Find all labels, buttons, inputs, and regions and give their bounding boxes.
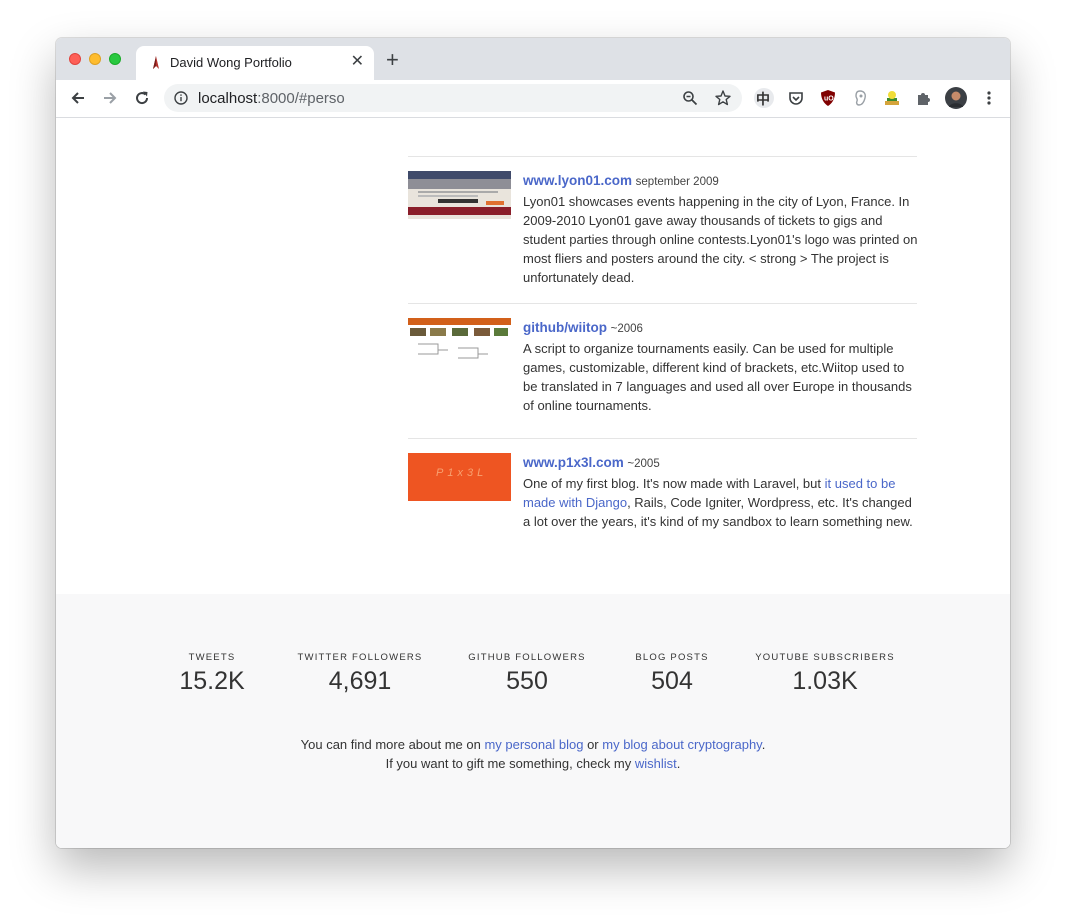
url-host: localhost <box>198 90 258 107</box>
close-tab-icon[interactable]: ✕ <box>351 53 364 71</box>
stat-label: GITHUB FOLLOWERS <box>468 652 586 663</box>
new-tab-button[interactable]: + <box>386 49 399 71</box>
minimize-window-button[interactable] <box>89 53 101 65</box>
close-window-button[interactable] <box>69 53 81 65</box>
browser-toolbar: localhost:8000/#perso 中 uO <box>56 80 1010 118</box>
info-icon[interactable] <box>174 91 188 105</box>
ublock-shield-icon[interactable]: uO <box>819 89 837 107</box>
back-icon[interactable] <box>68 88 88 108</box>
project-text: A script to organize tournaments easily.… <box>523 341 912 413</box>
crypto-blog-link[interactable]: my blog about cryptography <box>602 737 761 752</box>
project-text: Lyon01 showcases events happening in the… <box>523 194 918 285</box>
menu-kebab-icon[interactable] <box>980 89 998 107</box>
tab-title: David Wong Portfolio <box>170 55 292 70</box>
footer-text: or <box>583 737 603 752</box>
footer-text: . <box>761 737 766 752</box>
project-description: www.lyon01.com september 2009 Lyon01 sho… <box>523 171 919 287</box>
stat-label: TWEETS <box>188 652 236 663</box>
bookmark-star-icon[interactable] <box>714 89 732 107</box>
footer-text: If you want to gift me something, check … <box>385 756 635 771</box>
stat-youtube-subscribers: YOUTUBE SUBSCRIBERS 1.03K <box>748 652 902 696</box>
divider <box>408 303 917 304</box>
pocket-icon[interactable] <box>787 89 805 107</box>
url-path: :8000/#perso <box>257 90 345 107</box>
browser-tab[interactable]: David Wong Portfolio ✕ <box>136 46 374 80</box>
footer-text: You can find more about me on <box>300 737 485 752</box>
browser-window: David Wong Portfolio ✕ + localhost:8000/… <box>56 38 1010 848</box>
maximize-window-button[interactable] <box>109 53 121 65</box>
forward-icon[interactable] <box>100 88 120 108</box>
stat-tweets: TWEETS 15.2K <box>168 652 256 696</box>
stat-value: 4,691 <box>328 667 392 695</box>
project-title-link[interactable]: github/wiitop <box>523 320 607 335</box>
project-description: github/wiitop ~2006 A script to organize… <box>523 318 919 415</box>
project-thumbnail-lyon01[interactable] <box>408 171 511 219</box>
privacy-badger-icon[interactable] <box>851 89 869 107</box>
project-title-link[interactable]: www.lyon01.com <box>523 173 632 188</box>
project-text: One of my first blog. It's now made with… <box>523 476 825 491</box>
project-date: ~2006 <box>610 323 643 335</box>
tab-strip: David Wong Portfolio ✕ + <box>56 38 1010 80</box>
stat-twitter-followers: TWITTER FOLLOWERS 4,691 <box>290 652 430 696</box>
extension-plant-icon[interactable] <box>883 89 901 107</box>
extension-chinese-icon[interactable]: 中 <box>754 88 774 108</box>
divider <box>408 156 917 157</box>
svg-text:uO: uO <box>824 96 834 103</box>
extension-chinese-glyph: 中 <box>756 91 770 107</box>
stat-github-followers: GITHUB FOLLOWERS 550 <box>461 652 593 696</box>
page-content: www.lyon01.com september 2009 Lyon01 sho… <box>56 118 1010 848</box>
stat-label: TWITTER FOLLOWERS <box>297 652 423 663</box>
favicon-icon <box>153 56 159 69</box>
footer-about-line: You can find more about me on my persona… <box>56 737 1010 752</box>
stat-value: 15.2K <box>179 667 245 695</box>
footer-section: TWEETS 15.2K TWITTER FOLLOWERS 4,691 GIT… <box>56 594 1010 848</box>
stat-blog-posts: BLOG POSTS 504 <box>622 652 722 696</box>
zoom-icon[interactable] <box>682 90 698 106</box>
wishlist-link[interactable]: wishlist <box>635 756 677 771</box>
stat-label: BLOG POSTS <box>635 652 709 663</box>
project-thumbnail-p1x3l[interactable]: P1x3L <box>408 453 511 501</box>
thumbnail-logo-text: P1x3L <box>436 467 488 479</box>
project-description: www.p1x3l.com ~2005 One of my first blog… <box>523 453 919 531</box>
personal-blog-link[interactable]: my personal blog <box>484 737 583 752</box>
project-thumbnail-wiitop[interactable] <box>408 318 511 366</box>
divider <box>408 438 917 439</box>
stat-value: 550 <box>506 667 548 695</box>
stat-value: 504 <box>651 667 693 695</box>
project-title-link[interactable]: www.p1x3l.com <box>523 455 624 470</box>
extensions-puzzle-icon[interactable] <box>915 89 933 107</box>
reload-icon[interactable] <box>132 88 152 108</box>
url-text[interactable]: localhost:8000/#perso <box>198 90 345 107</box>
footer-gift-line: If you want to gift me something, check … <box>56 756 1010 771</box>
profile-avatar[interactable] <box>945 87 967 109</box>
project-date: ~2005 <box>627 458 660 470</box>
project-date: september 2009 <box>635 176 719 188</box>
stat-label: YOUTUBE SUBSCRIBERS <box>755 652 895 663</box>
footer-text: . <box>676 756 681 771</box>
stat-value: 1.03K <box>792 667 858 695</box>
address-bar[interactable]: localhost:8000/#perso <box>164 84 742 112</box>
